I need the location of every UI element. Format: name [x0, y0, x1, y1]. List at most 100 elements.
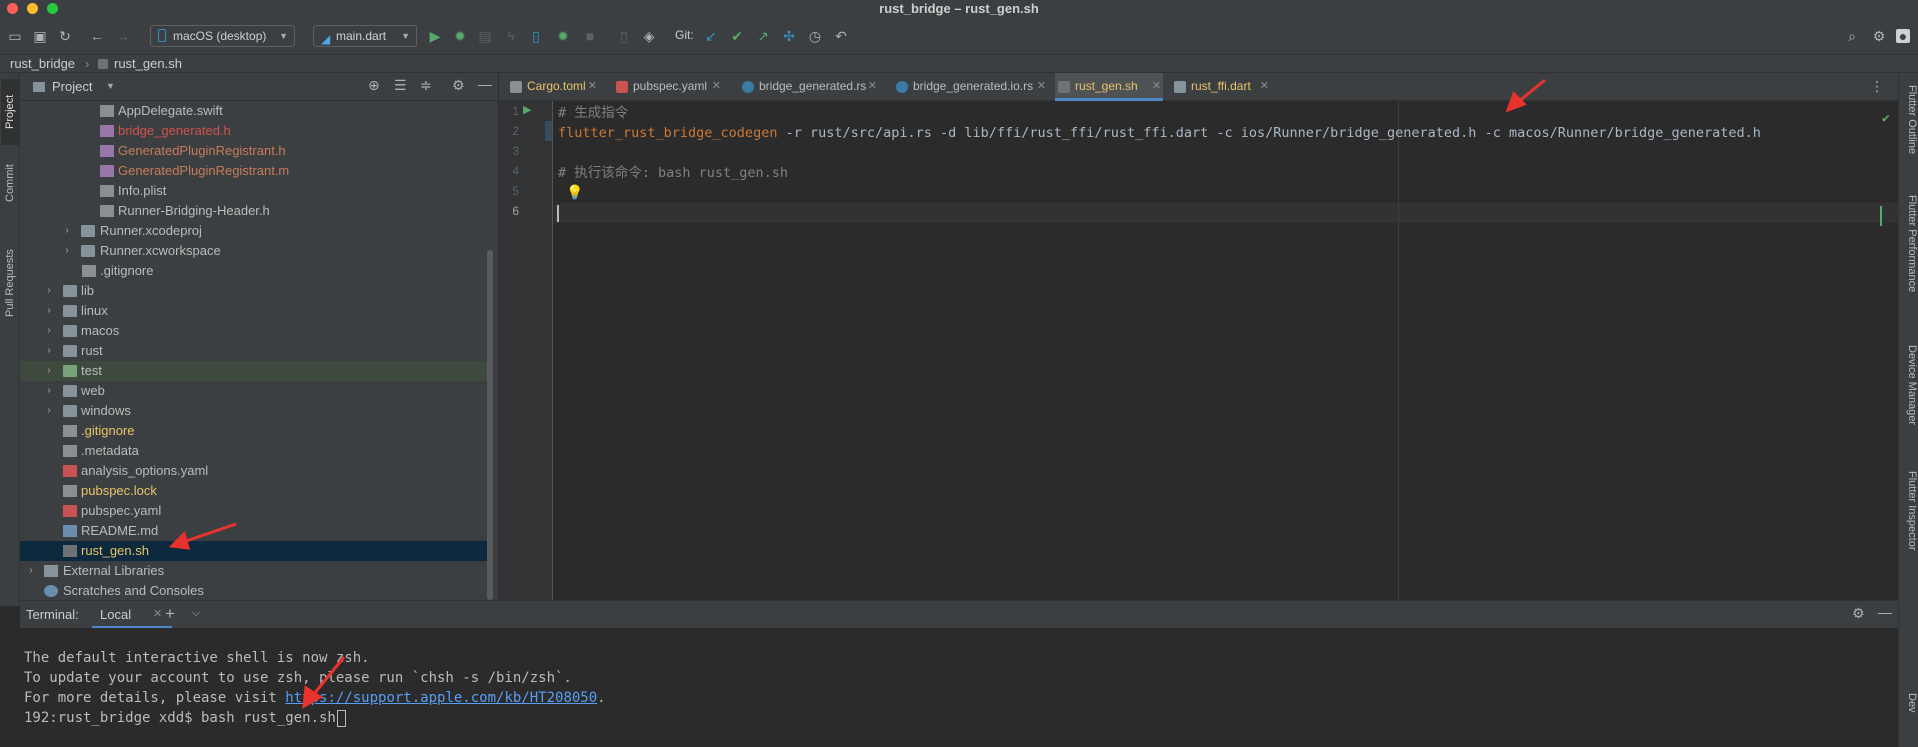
- tree-item[interactable]: .metadata: [20, 441, 490, 461]
- tree-item[interactable]: pubspec.lock: [20, 481, 490, 501]
- inspection-ok-icon[interactable]: ✔: [1882, 111, 1890, 126]
- forward-icon[interactable]: →: [114, 27, 132, 45]
- close-icon[interactable]: ✕: [588, 73, 597, 100]
- back-icon[interactable]: ←: [88, 27, 106, 45]
- chevron-right-icon[interactable]: ›: [44, 301, 54, 321]
- tree-item[interactable]: analysis_options.yaml: [20, 461, 490, 481]
- more-options-icon[interactable]: ⋮: [1870, 78, 1884, 95]
- debug-icon[interactable]: ✹: [451, 27, 469, 45]
- chevron-right-icon[interactable]: ›: [44, 321, 54, 341]
- tree-item[interactable]: › windows: [20, 401, 490, 421]
- tree-item[interactable]: › linux: [20, 301, 490, 321]
- hot-reload-icon[interactable]: ϟ: [502, 27, 520, 45]
- close-icon[interactable]: ✕: [712, 73, 721, 100]
- tab-rust-gen-sh[interactable]: rust_gen.sh ✕: [1055, 73, 1163, 101]
- tree-item[interactable]: › lib: [20, 281, 490, 301]
- tree-item[interactable]: Info.plist: [20, 181, 490, 201]
- commit-tool-tab[interactable]: Commit: [1, 153, 19, 213]
- chevron-right-icon[interactable]: ›: [62, 221, 72, 241]
- device-icon[interactable]: ▯: [615, 27, 633, 45]
- avatar-icon[interactable]: ●: [1896, 28, 1910, 44]
- close-icon[interactable]: ✕: [868, 73, 877, 100]
- flutter-performance-tool-tab[interactable]: Flutter Performance: [1902, 195, 1918, 325]
- sync-icon[interactable]: ↻: [56, 27, 74, 45]
- tree-item[interactable]: GeneratedPluginRegistrant.h: [20, 141, 490, 161]
- close-icon[interactable]: ✕: [1037, 73, 1046, 100]
- zoom-window-button[interactable]: [47, 3, 58, 14]
- flutter-inspector-tool-tab[interactable]: Flutter Inspector: [1902, 471, 1918, 581]
- minimize-icon[interactable]: —: [1878, 604, 1892, 620]
- chevron-right-icon[interactable]: ›: [44, 361, 54, 381]
- tree-item[interactable]: › test: [20, 361, 490, 381]
- chevron-right-icon[interactable]: ›: [44, 281, 54, 301]
- breadcrumb-file[interactable]: rust_gen.sh: [114, 55, 182, 73]
- add-icon[interactable]: +: [165, 604, 175, 624]
- tab-bridge-generated-rs[interactable]: bridge_generated.rs ✕: [739, 73, 879, 101]
- sdk-icon[interactable]: ◈: [640, 27, 658, 45]
- close-icon[interactable]: ✕: [1152, 73, 1161, 100]
- tab-bridge-generated-io-rs[interactable]: bridge_generated.io.rs ✕: [893, 73, 1048, 101]
- tab-pubspec-yaml[interactable]: pubspec.yaml ✕: [613, 73, 723, 101]
- close-icon[interactable]: ✕: [1260, 73, 1269, 100]
- stop-icon[interactable]: ■: [581, 27, 599, 45]
- tree-item[interactable]: bridge_generated.h: [20, 121, 490, 141]
- gear-icon[interactable]: ⚙: [1870, 27, 1888, 45]
- tree-item[interactable]: GeneratedPluginRegistrant.m: [20, 161, 490, 181]
- breadcrumb-project[interactable]: rust_bridge: [10, 55, 75, 73]
- tree-item[interactable]: › web: [20, 381, 490, 401]
- tab-rust-ffi-dart[interactable]: rust_ffi.dart ✕: [1171, 73, 1271, 101]
- git-update-icon[interactable]: ↙: [702, 27, 720, 45]
- git-merge-icon[interactable]: ✣: [780, 27, 798, 45]
- terminal-output[interactable]: The default interactive shell is now zsh…: [20, 628, 1898, 747]
- device-tool-tab[interactable]: Dev: [1902, 693, 1918, 733]
- tree-item[interactable]: Scratches and Consoles: [20, 581, 490, 601]
- search-icon[interactable]: ⌕: [1843, 27, 1861, 45]
- tree-item[interactable]: Runner-Bridging-Header.h: [20, 201, 490, 221]
- debug-settings-icon[interactable]: ✹: [554, 27, 572, 45]
- save-icon[interactable]: ▣: [31, 27, 49, 45]
- tree-item[interactable]: pubspec.yaml: [20, 501, 490, 521]
- minimize-icon[interactable]: —: [478, 76, 492, 92]
- expand-all-icon[interactable]: ☰: [394, 77, 407, 94]
- run-gutter-icon[interactable]: ▶: [523, 103, 531, 116]
- chevron-right-icon[interactable]: ›: [44, 401, 54, 421]
- tab-cargo-toml[interactable]: Cargo.toml ✕: [507, 73, 599, 101]
- tree-item[interactable]: .gitignore: [20, 261, 490, 281]
- device-sync-icon[interactable]: ▯: [527, 27, 545, 45]
- close-icon[interactable]: ✕: [153, 607, 162, 620]
- locate-icon[interactable]: ⊕: [368, 77, 380, 94]
- tree-item[interactable]: README.md: [20, 521, 490, 541]
- close-window-button[interactable]: [7, 3, 18, 14]
- pull-requests-tool-tab[interactable]: Pull Requests: [1, 233, 19, 333]
- tree-item[interactable]: .gitignore: [20, 421, 490, 441]
- git-push-icon[interactable]: ↗: [754, 27, 772, 45]
- git-commit-icon[interactable]: ✔: [728, 27, 746, 45]
- run-config-selector[interactable]: ◢ main.dart ▼: [313, 25, 417, 47]
- tree-item[interactable]: › External Libraries: [20, 561, 490, 581]
- minimize-window-button[interactable]: [27, 3, 38, 14]
- chevron-down-icon[interactable]: ▼: [106, 81, 115, 91]
- tree-item[interactable]: › Runner.xcodeproj: [20, 221, 490, 241]
- gear-icon[interactable]: ⚙: [1852, 605, 1865, 622]
- project-tool-tab[interactable]: Project: [1, 79, 19, 145]
- terminal-link[interactable]: https://support.apple.com/kb/HT208050: [285, 690, 597, 706]
- git-history-icon[interactable]: ◷: [806, 27, 824, 45]
- gear-icon[interactable]: ⚙: [452, 77, 465, 94]
- collapse-all-icon[interactable]: ≑: [420, 77, 432, 94]
- lightbulb-icon[interactable]: 💡: [566, 185, 583, 201]
- chevron-right-icon[interactable]: ›: [44, 381, 54, 401]
- device-selector[interactable]: macOS (desktop) ▼: [150, 25, 295, 47]
- chevron-right-icon[interactable]: ›: [26, 561, 36, 581]
- chevron-right-icon[interactable]: ›: [62, 241, 72, 261]
- project-scrollbar[interactable]: [487, 250, 493, 600]
- project-panel-title[interactable]: Project: [52, 79, 92, 94]
- attach-icon[interactable]: ▤: [476, 27, 494, 45]
- chevron-right-icon[interactable]: ›: [44, 341, 54, 361]
- tree-item[interactable]: › macos: [20, 321, 490, 341]
- tree-item-selected[interactable]: rust_gen.sh: [20, 541, 490, 561]
- tree-item[interactable]: AppDelegate.swift: [20, 101, 490, 121]
- chevron-down-icon[interactable]: ⌵: [192, 607, 200, 620]
- flutter-outline-tool-tab[interactable]: Flutter Outline: [1902, 85, 1918, 185]
- tree-item[interactable]: › Runner.xcworkspace: [20, 241, 490, 261]
- run-icon[interactable]: ▶: [426, 27, 444, 45]
